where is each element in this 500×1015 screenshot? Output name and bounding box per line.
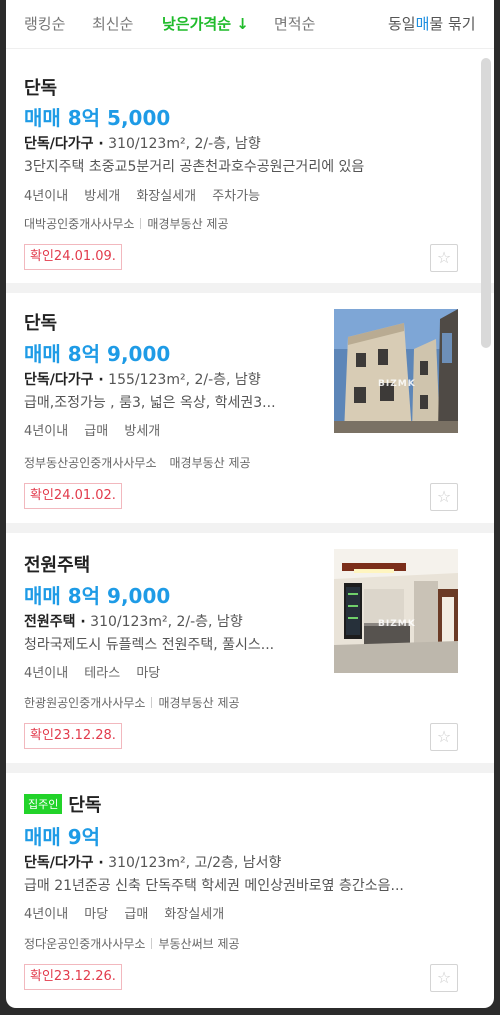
tag: 주차가능: [212, 189, 261, 204]
listing-spec: 단독/다가구 · 155/123m², 2/-층, 남향: [24, 372, 261, 388]
listing-tags: 4년이내 방세개 화장실세개 주차가능: [18, 185, 266, 204]
listing-title: 단독: [24, 78, 58, 99]
data-provider: 매경부동산 제공: [147, 217, 229, 231]
sort-ranking[interactable]: 랭킹순: [24, 13, 65, 34]
listing-price: 매매 8억 5,000: [24, 106, 171, 130]
listing-spec: 단독/다가구 · 310/123m², 2/-층, 남향: [24, 136, 261, 152]
confirm-date-badge: 확인23.12.28.: [24, 723, 122, 749]
divider: [6, 523, 494, 533]
tag: 4년이내: [24, 907, 69, 922]
sort-bar: 랭킹순 최신순 낮은가격순 ↓ 면적순 동일매물 묶기: [6, 0, 494, 49]
agency-name: 정다운공인중개사사무소: [24, 937, 146, 951]
tag: 방세개: [124, 424, 161, 439]
agency-name: 대박공인중개사사무소: [24, 217, 135, 231]
agency-name: 한광원공인중개사사무소: [24, 696, 146, 710]
divider: [6, 763, 494, 773]
owner-badge: 집주인: [24, 794, 63, 814]
group-same-listings-toggle[interactable]: 동일매물 묶기: [388, 13, 476, 34]
listing-description: 급매,조정가능 , 룸3, 넓은 옥상, 학세권3...: [24, 395, 276, 411]
tag: 방세개: [84, 189, 121, 204]
confirm-date-badge: 확인23.12.26.: [24, 964, 122, 990]
listing-item[interactable]: 단독 매매 8억 9,000 단독/다가구 · 155/123m², 2/-층,…: [6, 293, 494, 523]
listing-spec: 전원주택 · 310/123m², 2/-층, 남향: [24, 614, 243, 630]
listing-photo-building[interactable]: BIZMK: [334, 309, 458, 433]
favorite-star-icon[interactable]: ☆: [430, 723, 458, 751]
agency-line: 정부동산공인중개사사무소 매경부동산 제공: [24, 454, 251, 471]
agency-name: 정부동산공인중개사사무소: [24, 456, 157, 470]
favorite-star-icon[interactable]: ☆: [430, 244, 458, 272]
tag: 테라스: [84, 666, 121, 681]
agency-line: 한광원공인중개사사무소 매경부동산 제공: [24, 694, 240, 711]
agency-line: 정다운공인중개사사무소 부동산써브 제공: [24, 935, 240, 952]
sort-lowest-price[interactable]: 낮은가격순 ↓: [162, 13, 249, 34]
confirm-date-badge: 확인24.01.09.: [24, 244, 122, 270]
listing-title: 단독: [24, 313, 58, 334]
tag: 급매: [124, 907, 149, 922]
favorite-star-icon[interactable]: ☆: [430, 483, 458, 511]
data-provider: 부동산써브 제공: [158, 937, 240, 951]
listing-description: 청라국제도시 듀플렉스 전원주택, 풀시스...: [24, 637, 275, 653]
tag: 마당: [84, 907, 109, 922]
listing-item[interactable]: 단독 매매 8억 5,000 단독/다가구 · 310/123m², 2/-층,…: [6, 48, 494, 283]
divider: [6, 283, 494, 293]
tag: 4년이내: [24, 424, 69, 439]
listing-item[interactable]: 전원주택 매매 8억 9,000 전원주택 · 310/123m², 2/-층,…: [6, 533, 494, 763]
listing-title: 전원주택: [24, 555, 91, 576]
confirm-date-badge: 확인24.01.02.: [24, 483, 122, 509]
listing-price: 매매 9억: [24, 825, 101, 849]
data-provider: 매경부동산 제공: [169, 456, 251, 470]
sort-newest[interactable]: 최신순: [92, 13, 133, 34]
listing-panel: 랭킹순 최신순 낮은가격순 ↓ 면적순 동일매물 묶기 단독 매매 8억 5,0…: [6, 0, 494, 1008]
listing-price: 매매 8억 9,000: [24, 584, 171, 608]
listing-item[interactable]: 집주인 단독 매매 9억 단독/다가구 · 310/123m², 고/2층, 남서…: [6, 773, 494, 1008]
favorite-star-icon[interactable]: ☆: [430, 964, 458, 992]
listing-photo-interior[interactable]: BIZMK: [334, 549, 458, 673]
listing-price: 매매 8억 9,000: [24, 342, 171, 366]
tag: 화장실세개: [164, 907, 225, 922]
listing-tags: 4년이내 급매 방세개: [18, 420, 166, 439]
tag: 급매: [84, 424, 109, 439]
listing-description: 급매 21년준공 신축 단독주택 학세권 메인상권바로옆 층간소음...: [24, 878, 404, 894]
tag: 마당: [136, 666, 161, 681]
listing-tags: 4년이내 테라스 마당: [18, 662, 166, 681]
tag: 화장실세개: [136, 189, 197, 204]
tag: 4년이내: [24, 666, 69, 681]
listing-tags: 4년이내 마당 급매 화장실세개: [18, 903, 230, 922]
data-provider: 매경부동산 제공: [158, 696, 240, 710]
photo-watermark: BIZMK: [378, 619, 416, 629]
photo-watermark: BIZMK: [378, 379, 416, 389]
scrollbar[interactable]: [481, 58, 491, 348]
listing-description: 3단지주택 초중교5분거리 공촌천과호수공원근거리에 있음: [24, 159, 365, 175]
listing-spec: 단독/다가구 · 310/123m², 고/2층, 남서향: [24, 855, 282, 871]
listing-title: 집주인 단독: [24, 791, 102, 817]
tag: 4년이내: [24, 189, 69, 204]
agency-line: 대박공인중개사사무소 매경부동산 제공: [24, 215, 229, 232]
sort-area[interactable]: 면적순: [274, 13, 315, 34]
